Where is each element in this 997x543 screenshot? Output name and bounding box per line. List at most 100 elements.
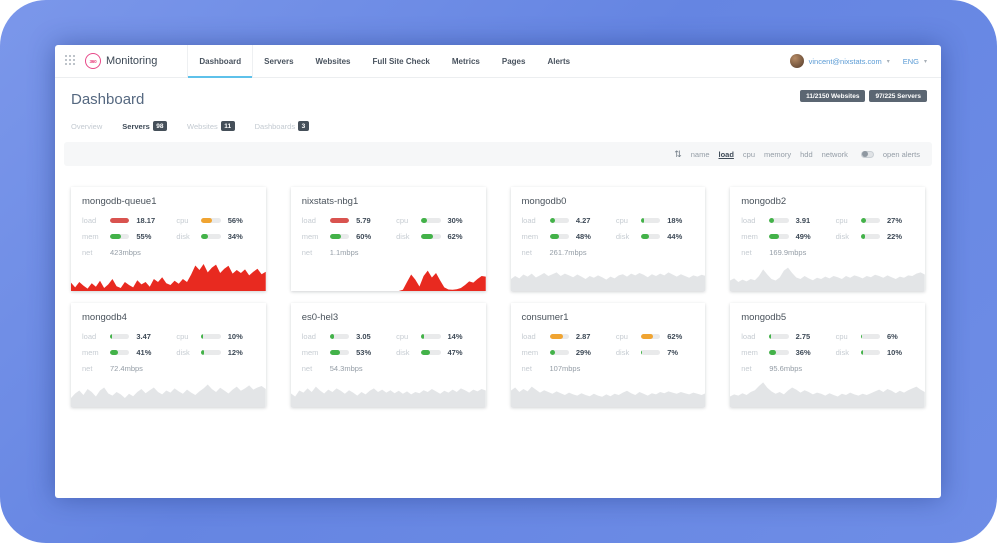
metric-label-mem: mem	[302, 232, 323, 241]
metric-bar-disk	[861, 234, 880, 239]
metric-bar-disk	[641, 350, 660, 355]
metric-bar-mem	[110, 350, 129, 355]
metric-bar-fill	[201, 234, 208, 239]
metric-value-mem: 36%	[796, 348, 825, 357]
metric-label-load: load	[741, 216, 762, 225]
metric-bar-fill	[769, 334, 771, 339]
metric-bar-fill	[201, 350, 203, 355]
nav-item-websites[interactable]: Websites	[305, 45, 362, 77]
nav-item-alerts[interactable]: Alerts	[536, 45, 581, 77]
server-card-mongodb4[interactable]: mongodb4load3.47cpu10%mem41%disk12%net72…	[71, 303, 266, 407]
server-card-nixstats-nbg1[interactable]: nixstats-nbg1load5.79cpu30%mem60%disk62%…	[291, 187, 486, 291]
metric-bar-fill	[110, 218, 129, 223]
metric-bar-load	[550, 334, 569, 339]
tab-servers[interactable]: Servers98	[122, 121, 167, 131]
metric-bar-mem	[769, 350, 788, 355]
metric-bar-fill	[861, 350, 863, 355]
sort-icon[interactable]: ⇅	[674, 150, 682, 159]
net-row: net1.1mbps	[302, 248, 475, 257]
tab-overview[interactable]: Overview	[71, 122, 102, 131]
network-sparkline-chart	[730, 377, 925, 407]
metric-value-disk: 22%	[887, 232, 914, 241]
server-name: mongodb-queue1	[82, 196, 255, 207]
metric-bar-fill	[330, 334, 335, 339]
net-row: net423mbps	[82, 248, 255, 257]
metric-value-cpu: 10%	[228, 332, 255, 341]
nav-right: vincent@nixstats.com ▾ ENG ▾	[790, 45, 941, 77]
server-card-mongodb-queue1[interactable]: mongodb-queue1load18.17cpu56%mem55%disk3…	[71, 187, 266, 291]
nav-item-dashboard[interactable]: Dashboard	[187, 45, 253, 77]
net-value: 54.3mbps	[330, 364, 363, 373]
summary-badge-servers[interactable]: 97/225 Servers	[869, 90, 927, 102]
metric-value-disk: 62%	[448, 232, 475, 241]
nav-item-pages[interactable]: Pages	[491, 45, 537, 77]
metric-label-disk: disk	[392, 232, 414, 241]
server-card-consumer1[interactable]: consumer1load2.87cpu62%mem29%disk7%net10…	[511, 303, 706, 407]
net-row: net107mbps	[522, 364, 695, 373]
metric-value-load: 3.91	[796, 216, 825, 225]
metric-label-cpu: cpu	[612, 216, 634, 225]
sort-option-load[interactable]: load	[719, 150, 734, 159]
metric-bar-fill	[421, 234, 433, 239]
sort-option-cpu[interactable]: cpu	[743, 150, 755, 159]
metric-bar-fill	[641, 334, 653, 339]
card-body: mongodb5load2.75cpu6%mem36%disk10%net95.…	[730, 303, 925, 377]
metric-label-net: net	[522, 248, 543, 257]
net-row: net95.6mbps	[741, 364, 914, 373]
language-selector[interactable]: ENG	[903, 57, 919, 66]
metric-label-load: load	[82, 216, 103, 225]
server-card-mongodb5[interactable]: mongodb5load2.75cpu6%mem36%disk10%net95.…	[730, 303, 925, 407]
metric-bar-mem	[330, 234, 349, 239]
net-value: 423mbps	[110, 248, 141, 257]
metric-bar-fill	[201, 218, 212, 223]
card-body: consumer1load2.87cpu62%mem29%disk7%net10…	[511, 303, 706, 377]
logo[interactable]: 360 Monitoring	[85, 45, 157, 77]
user-email-link[interactable]: vincent@nixstats.com	[809, 57, 882, 66]
metric-bar-fill	[769, 218, 774, 223]
net-value: 261.7mbps	[550, 248, 587, 257]
metric-label-mem: mem	[522, 348, 543, 357]
sort-option-network[interactable]: network	[822, 150, 848, 159]
summary-badges: 11/2150 Websites 97/225 Servers	[800, 90, 927, 102]
metric-bar-cpu	[641, 334, 660, 339]
metric-label-cpu: cpu	[832, 332, 854, 341]
metric-bar-fill	[330, 234, 342, 239]
user-avatar[interactable]	[790, 54, 804, 68]
nav-item-metrics[interactable]: Metrics	[441, 45, 491, 77]
nav-item-full-site-check[interactable]: Full Site Check	[362, 45, 441, 77]
server-card-mongodb2[interactable]: mongodb2load3.91cpu27%mem49%disk22%net16…	[730, 187, 925, 291]
card-body: mongodb-queue1load18.17cpu56%mem55%disk3…	[71, 187, 266, 261]
sort-option-hdd[interactable]: hdd	[800, 150, 813, 159]
metric-value-mem: 48%	[576, 232, 605, 241]
metric-value-disk: 47%	[448, 348, 475, 357]
tab-dashboards[interactable]: Dashboards3	[255, 121, 309, 131]
network-sparkline-chart	[291, 377, 486, 407]
metric-bar-fill	[861, 334, 862, 339]
open-alerts-label[interactable]: open alerts	[883, 150, 920, 159]
metric-label-load: load	[741, 332, 762, 341]
open-alerts-toggle[interactable]	[861, 151, 874, 158]
server-card-es0-hel3[interactable]: es0-hel3load3.05cpu14%mem53%disk47%net54…	[291, 303, 486, 407]
metric-label-net: net	[82, 364, 103, 373]
nav-item-servers[interactable]: Servers	[253, 45, 304, 77]
metric-label-cpu: cpu	[392, 332, 414, 341]
server-card-mongodb0[interactable]: mongodb0load4.27cpu18%mem48%disk44%net26…	[511, 187, 706, 291]
summary-badge-websites[interactable]: 11/2150 Websites	[800, 90, 865, 102]
metric-bar-cpu	[861, 334, 880, 339]
nav-menu: DashboardServersWebsitesFull Site CheckM…	[187, 45, 581, 77]
sort-option-memory[interactable]: memory	[764, 150, 791, 159]
apps-grid-icon[interactable]	[65, 55, 77, 67]
metric-bar-load	[110, 218, 129, 223]
metric-bar-disk	[201, 350, 220, 355]
metric-label-cpu: cpu	[172, 216, 194, 225]
metric-value-cpu: 30%	[448, 216, 475, 225]
metric-value-load: 3.47	[136, 332, 165, 341]
tab-websites[interactable]: Websites11	[187, 121, 235, 131]
metric-label-mem: mem	[741, 348, 762, 357]
metric-bar-cpu	[421, 218, 440, 223]
sort-option-name[interactable]: name	[691, 150, 710, 159]
metric-label-mem: mem	[522, 232, 543, 241]
filter-bar: ⇅ name loadcpu memory hdd network open alert…	[64, 142, 932, 166]
metric-label-cpu: cpu	[832, 216, 854, 225]
tab-count-badge: 11	[221, 121, 235, 131]
